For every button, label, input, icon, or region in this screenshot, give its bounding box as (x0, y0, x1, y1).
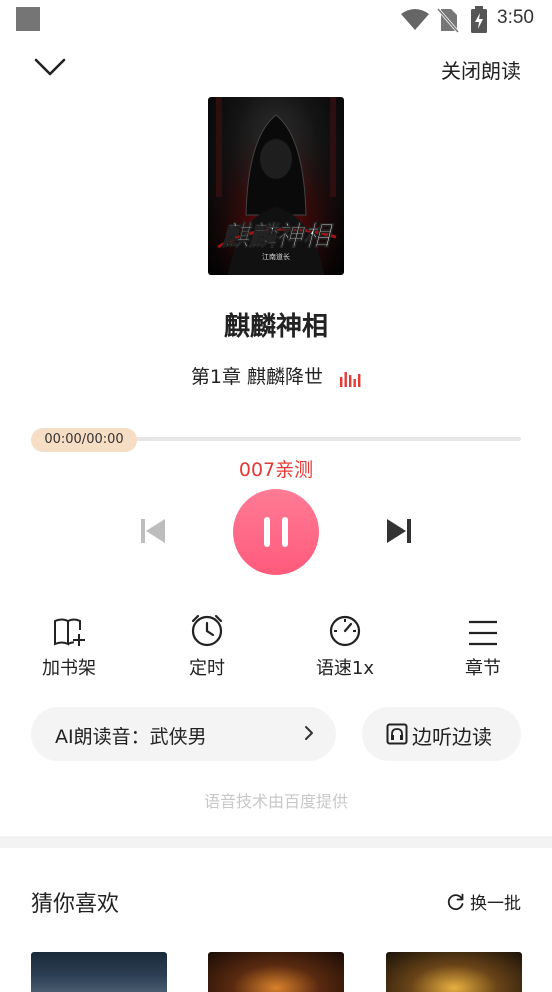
ai-voice-label: AI朗读音：武侠男 (55, 726, 207, 748)
recommend-title: 猜你喜欢 (31, 892, 120, 917)
notification-icon (16, 7, 40, 31)
pause-icon (264, 517, 288, 547)
alarm-clock-icon (191, 614, 223, 647)
book-title: 麒麟神相 (223, 312, 328, 342)
add-bookshelf-button[interactable]: 加书架 (24, 612, 114, 680)
previous-chapter-button[interactable] (138, 516, 168, 546)
chapter-title: 第1章 麒麟降世 (190, 366, 324, 388)
battery-icon (471, 6, 487, 33)
chevron-down-icon[interactable] (32, 52, 68, 82)
refresh-label: 换一批 (470, 894, 521, 914)
pause-button[interactable] (233, 489, 319, 575)
tool-label: 章节 (465, 658, 501, 679)
recommend-book-cover[interactable] (208, 952, 344, 992)
tool-label: 定时 (189, 658, 225, 679)
chapter-title-row: 第1章 麒麟降世 (0, 362, 552, 389)
cover-author: 江南道长 (262, 252, 290, 261)
timer-button[interactable]: 定时 (162, 612, 252, 680)
voice-name: 007亲测 (238, 459, 314, 481)
refresh-icon (447, 893, 464, 910)
headphone-book-icon (386, 723, 408, 745)
speedometer-icon (329, 615, 361, 647)
no-sim-icon (437, 8, 459, 33)
progress-handle-time[interactable]: 00:00/00:00 (31, 428, 137, 452)
listen-and-read-label: 边听边读 (412, 725, 492, 749)
listen-and-read-button[interactable]: 边听边读 (362, 707, 521, 761)
menu-lines-icon (469, 620, 497, 646)
book-cover[interactable]: 麒麟神相 江南道长 (208, 97, 344, 275)
section-divider (0, 836, 552, 848)
chevron-right-icon (305, 726, 313, 740)
recommend-book-cover[interactable] (386, 952, 522, 992)
cover-title: 麒麟神相 (221, 221, 334, 252)
tool-label: 语速1x (315, 658, 375, 679)
status-bar: 3:50 (0, 0, 552, 40)
ai-voice-selector[interactable]: AI朗读音：武侠男 (31, 707, 336, 761)
refresh-button[interactable]: 换一批 (446, 889, 521, 914)
provider-note: 语音技术由百度提供 (203, 792, 348, 811)
recommend-book-cover[interactable] (31, 952, 167, 992)
tool-label: 加书架 (42, 658, 96, 679)
speed-button[interactable]: 语速1x (300, 612, 390, 680)
close-reading-button[interactable]: 关闭朗读 (441, 55, 521, 84)
audio-playing-icon (340, 371, 361, 387)
add-bookshelf-icon (54, 618, 85, 646)
chapters-button[interactable]: 章节 (438, 612, 528, 680)
status-time: 3:50 (497, 7, 534, 28)
wifi-icon (401, 9, 429, 30)
next-chapter-button[interactable] (384, 516, 414, 546)
